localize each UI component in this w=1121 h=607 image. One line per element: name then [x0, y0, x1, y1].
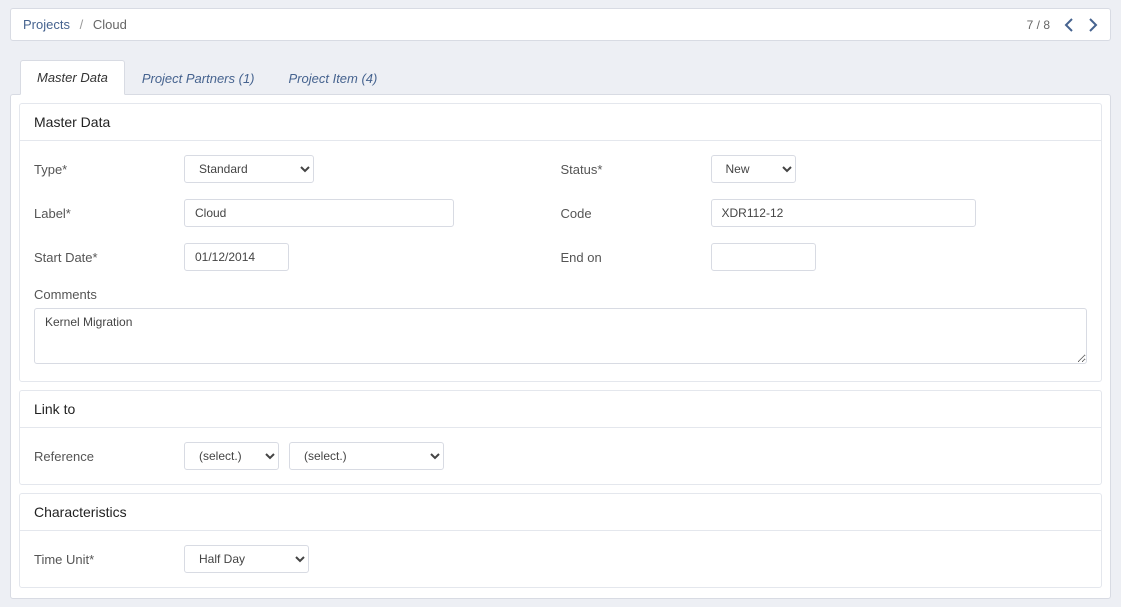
- header-panel: Projects / Cloud 7 / 8: [10, 8, 1111, 41]
- section-title-characteristics: Characteristics: [20, 494, 1101, 531]
- pager: 7 / 8: [1027, 18, 1098, 32]
- chevron-left-icon: [1064, 18, 1074, 32]
- pager-next-button[interactable]: [1088, 18, 1098, 32]
- section-title-linkto: Link to: [20, 391, 1101, 428]
- label-end-on: End on: [561, 250, 711, 265]
- code-input[interactable]: [711, 199, 976, 227]
- time-unit-select[interactable]: Half Day: [184, 545, 309, 573]
- section-characteristics: Characteristics Time Unit* Half Day: [19, 493, 1102, 588]
- reference-select-1[interactable]: (select.): [184, 442, 279, 470]
- comments-textarea[interactable]: Kernel Migration: [34, 308, 1087, 364]
- tab-master-data[interactable]: Master Data: [20, 60, 125, 95]
- type-select[interactable]: Standard: [184, 155, 314, 183]
- tab-project-partners[interactable]: Project Partners (1): [125, 61, 272, 95]
- label-start-date: Start Date*: [34, 250, 184, 265]
- label-code: Code: [561, 206, 711, 221]
- label-reference: Reference: [34, 449, 184, 464]
- label-type: Type*: [34, 162, 184, 177]
- pager-prev-button[interactable]: [1064, 18, 1074, 32]
- reference-select-2[interactable]: (select.): [289, 442, 444, 470]
- start-date-input[interactable]: [184, 243, 289, 271]
- tab-bar: Master Data Project Partners (1) Project…: [10, 59, 1111, 94]
- tab-project-item[interactable]: Project Item (4): [272, 61, 395, 95]
- breadcrumb-current: Cloud: [93, 17, 127, 32]
- content-panel: Master Data Type* Standard Status* New: [10, 94, 1111, 599]
- label-time-unit: Time Unit*: [34, 552, 184, 567]
- label-label: Label*: [34, 206, 184, 221]
- section-master-data: Master Data Type* Standard Status* New: [19, 103, 1102, 382]
- breadcrumb-separator: /: [80, 17, 84, 32]
- label-status: Status*: [561, 162, 711, 177]
- breadcrumb-root-link[interactable]: Projects: [23, 17, 70, 32]
- label-comments: Comments: [34, 287, 1087, 302]
- label-input[interactable]: [184, 199, 454, 227]
- section-link-to: Link to Reference (select.) (select.): [19, 390, 1102, 485]
- end-on-input[interactable]: [711, 243, 816, 271]
- status-select[interactable]: New: [711, 155, 796, 183]
- breadcrumb: Projects / Cloud: [23, 17, 1027, 32]
- pager-text: 7 / 8: [1027, 18, 1050, 32]
- section-title-master: Master Data: [20, 104, 1101, 141]
- chevron-right-icon: [1088, 18, 1098, 32]
